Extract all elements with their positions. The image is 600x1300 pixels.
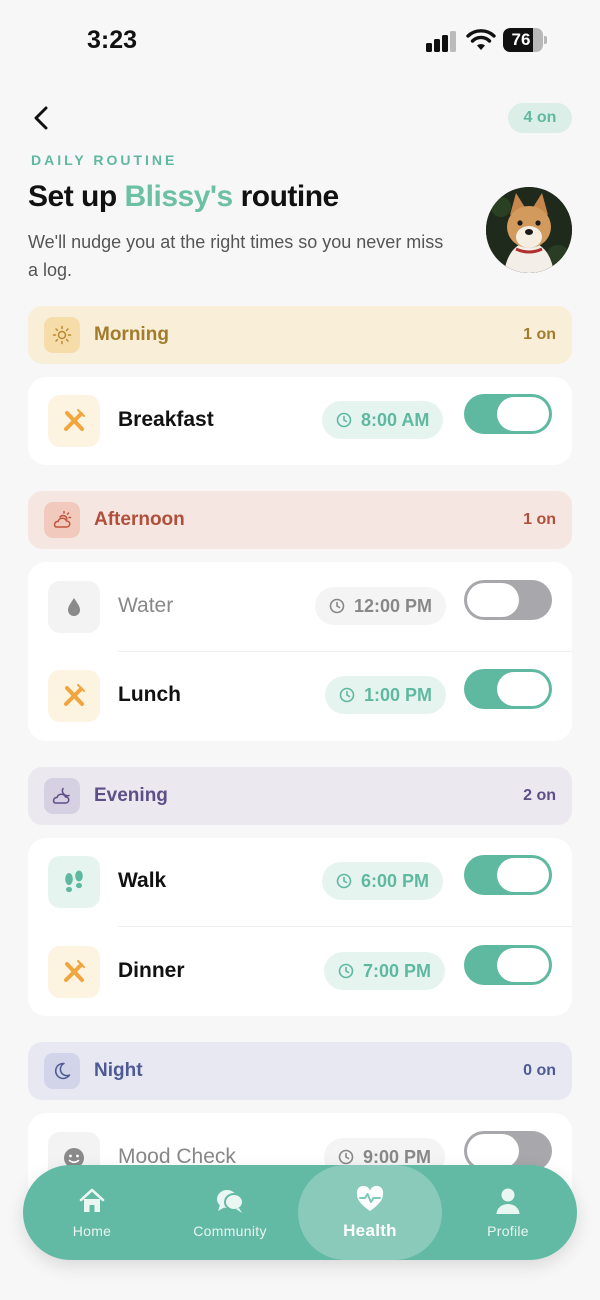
nav-label: Community: [193, 1222, 267, 1239]
cellular-signal-icon: [426, 30, 458, 52]
nav-label: Profile: [487, 1222, 529, 1239]
partly-sunny-icon: [44, 502, 80, 538]
enabled-count-badge: 4 on: [508, 103, 572, 133]
page-title: Set up Blissy's routine: [28, 180, 339, 214]
fork-knife-icon: [48, 395, 100, 447]
routine-label: Breakfast: [118, 408, 214, 431]
clock-icon: [336, 412, 352, 428]
section-evening: Evening 2 on: [28, 767, 572, 825]
breakfast-toggle[interactable]: [464, 394, 552, 434]
section-afternoon: Afternoon 1 on: [28, 491, 572, 549]
routine-label: Water: [118, 594, 174, 617]
clock-icon: [329, 598, 345, 614]
time-value: 7:00 PM: [363, 960, 432, 981]
walk-toggle[interactable]: [464, 855, 552, 895]
routine-row-dinner[interactable]: Dinner 7:00 PM: [28, 927, 572, 1017]
paw-prints-icon: [48, 856, 100, 908]
sun-icon: [44, 317, 80, 353]
pet-name: Blissy's: [124, 180, 234, 213]
back-button[interactable]: [24, 100, 60, 136]
section-count: 1 on: [523, 326, 556, 343]
routine-label: Walk: [118, 869, 167, 892]
clock-icon: [336, 873, 352, 889]
moon-icon: [44, 1053, 80, 1089]
cloudy-moon-icon: [44, 778, 80, 814]
fork-knife-icon: [48, 946, 100, 998]
section-count: 2 on: [523, 787, 556, 804]
fork-knife-icon: [48, 670, 100, 722]
dog-photo: [486, 187, 572, 273]
section-title: Morning: [94, 324, 169, 345]
time-picker[interactable]: 7:00 PM: [324, 952, 446, 990]
routine-row-walk[interactable]: Walk 6:00 PM: [28, 837, 572, 927]
section-title: Night: [94, 1060, 143, 1081]
evening-card: Walk 6:00 PM Dinner 7:00 PM: [28, 838, 572, 1016]
status-bar: 3:23 76: [0, 0, 600, 80]
battery-level: 76: [511, 30, 531, 49]
chat-bubbles-icon: [217, 1189, 244, 1213]
bottom-nav: Home Community Health Profile: [23, 1165, 577, 1260]
section-title: Evening: [94, 785, 168, 806]
morning-card: Breakfast 8:00 AM: [28, 377, 572, 465]
routine-label: Lunch: [118, 683, 181, 706]
nav-community[interactable]: Community: [161, 1165, 299, 1260]
eyebrow-label: DAILY ROUTINE: [31, 152, 178, 168]
nav-profile[interactable]: Profile: [439, 1165, 577, 1260]
time-value: 8:00 AM: [361, 409, 430, 430]
time-value: 12:00 PM: [354, 595, 433, 616]
lunch-toggle[interactable]: [464, 669, 552, 709]
page-subtitle: We'll nudge you at the right times so yo…: [28, 232, 444, 280]
person-icon: [496, 1188, 520, 1214]
time-value: 6:00 PM: [361, 870, 430, 891]
nav-health[interactable]: Health: [298, 1165, 442, 1260]
time-picker[interactable]: 1:00 PM: [325, 676, 447, 714]
nav-label: Health: [343, 1220, 397, 1240]
section-morning: Morning 1 on: [28, 306, 572, 364]
heart-pulse-icon: [356, 1185, 384, 1211]
section-night: Night 0 on: [28, 1042, 572, 1100]
section-count: 1 on: [523, 511, 556, 528]
routine-row-water[interactable]: Water 12:00 PM: [28, 562, 572, 652]
time-picker[interactable]: 8:00 AM: [322, 401, 444, 439]
section-title: Afternoon: [94, 509, 185, 530]
routine-row-lunch[interactable]: Lunch 1:00 PM: [28, 651, 572, 741]
time-picker[interactable]: 6:00 PM: [322, 862, 444, 900]
time-value: 1:00 PM: [364, 684, 433, 705]
dinner-toggle[interactable]: [464, 945, 552, 985]
title-prefix: Set up: [28, 180, 125, 213]
pet-avatar[interactable]: [486, 187, 572, 273]
title-suffix: routine: [232, 180, 340, 213]
routine-label: Dinner: [118, 959, 185, 982]
nav-label: Home: [72, 1222, 112, 1239]
nav-home[interactable]: Home: [23, 1165, 161, 1260]
afternoon-card: Water 12:00 PM Lunch 1:00 PM: [28, 562, 572, 741]
clock-icon: [338, 1149, 354, 1165]
routine-row-breakfast[interactable]: Breakfast 8:00 AM: [28, 376, 572, 466]
time-picker[interactable]: 12:00 PM: [315, 587, 447, 625]
chevron-left-icon: [34, 106, 48, 130]
section-count: 0 on: [523, 1062, 556, 1079]
status-time: 3:23: [87, 26, 138, 54]
home-icon: [79, 1188, 105, 1212]
battery-icon: 76: [503, 28, 547, 52]
water-toggle[interactable]: [464, 580, 552, 620]
clock-icon: [339, 687, 355, 703]
clock-icon: [338, 963, 354, 979]
water-drop-icon: [48, 581, 100, 633]
wifi-icon: [466, 29, 496, 50]
